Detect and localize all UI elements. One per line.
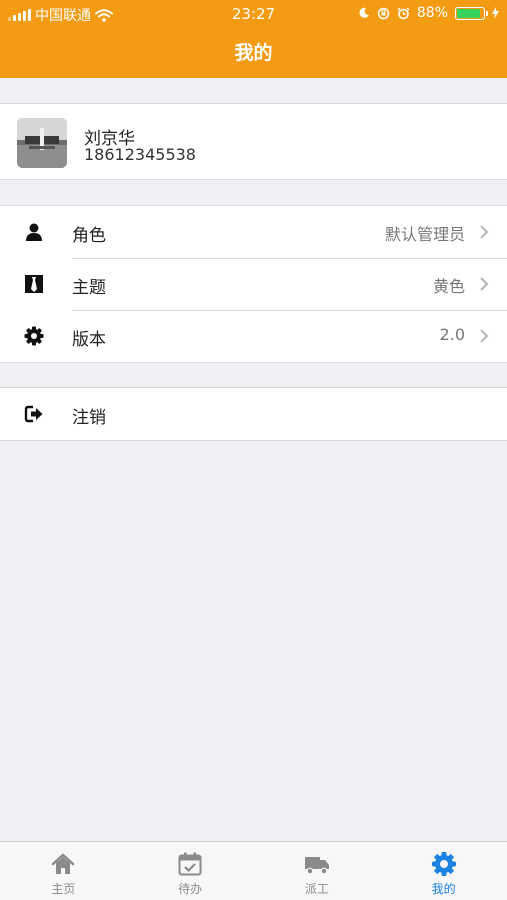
chevron-right-icon	[480, 329, 489, 343]
profile-card[interactable]: 刘京华 18612345538	[0, 103, 507, 180]
rotation-lock-icon	[377, 7, 390, 19]
logout-icon	[24, 405, 43, 423]
settings-value-version: 2.0	[439, 325, 465, 344]
settings-group: 角色 默认管理员 主题 黄色 版本 2.0	[0, 205, 507, 363]
logout-button[interactable]: 注销	[0, 388, 507, 440]
tie-icon	[25, 275, 43, 293]
tab-todo-label: 待办	[178, 882, 203, 896]
profile-phone: 18612345538	[84, 145, 196, 164]
calendar-check-icon	[178, 852, 202, 876]
settings-label-theme: 主题	[72, 278, 106, 298]
home-icon	[52, 853, 75, 874]
battery-icon	[455, 6, 488, 20]
settings-label-version: 版本	[72, 330, 106, 350]
settings-row-theme[interactable]: 主题 黄色	[0, 258, 507, 310]
gear-icon	[431, 852, 456, 876]
settings-value-theme: 黄色	[432, 277, 465, 296]
chevron-right-icon	[480, 277, 489, 291]
logout-group: 注销	[0, 387, 507, 441]
moon-icon	[359, 7, 369, 18]
gear-icon	[24, 326, 44, 346]
status-right: 88%	[358, 5, 499, 21]
tab-todo[interactable]: 待办	[127, 842, 254, 900]
settings-value-role: 默认管理员	[384, 225, 465, 244]
truck-icon	[304, 857, 329, 875]
charging-icon	[492, 7, 499, 19]
settings-row-role[interactable]: 角色 默认管理员	[0, 206, 507, 258]
person-icon	[26, 223, 42, 241]
tab-dispatch-label: 派工	[304, 882, 329, 896]
alarm-icon	[397, 6, 410, 19]
tab-home[interactable]: 主页	[0, 842, 127, 900]
settings-label-role: 角色	[72, 226, 106, 246]
header-bar: 中国联通 23:27 88% 我的	[0, 0, 507, 78]
tab-home-label: 主页	[51, 882, 76, 896]
page-title: 我的	[234, 42, 273, 64]
chevron-right-icon	[480, 225, 489, 239]
tab-mine[interactable]: 我的	[380, 842, 507, 900]
battery-percent: 88%	[416, 5, 448, 21]
tab-mine-label: 我的	[431, 882, 456, 896]
tab-bar: 主页 待办 派工 我的	[0, 841, 507, 900]
settings-row-version[interactable]: 版本 2.0	[0, 310, 507, 362]
status-bar: 中国联通 23:27 88%	[0, 0, 507, 28]
avatar[interactable]	[17, 118, 67, 168]
battery-fill	[457, 8, 480, 18]
logout-label: 注销	[72, 408, 106, 428]
tab-dispatch[interactable]: 派工	[254, 842, 381, 900]
